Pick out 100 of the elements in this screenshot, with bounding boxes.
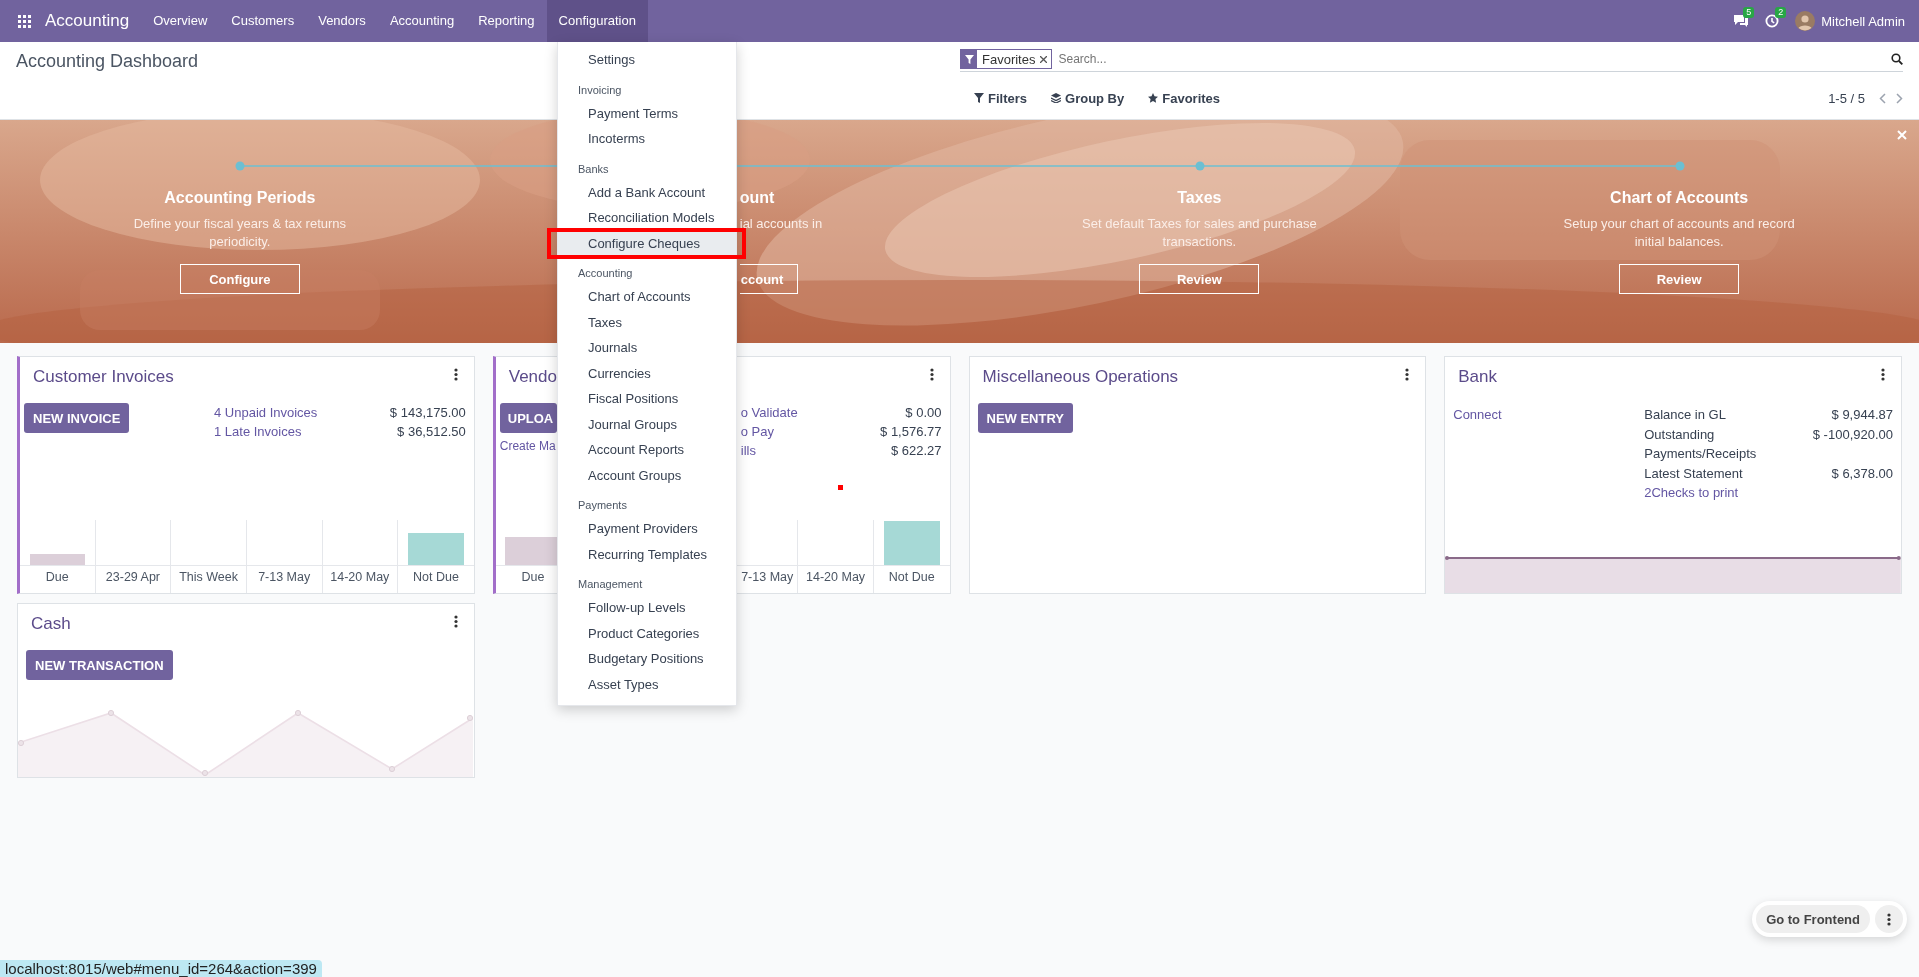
chart-point	[107, 709, 115, 717]
search-facet[interactable]: Favorites	[960, 49, 1053, 69]
menu-section-header: Payments	[577, 498, 628, 513]
stat-link[interactable]: 4 Unpaid Invoices	[214, 403, 390, 422]
pager-count: 1-5 / 5	[1828, 90, 1865, 106]
stat-link[interactable]: 1 Late Invoices	[214, 422, 390, 441]
step-title: Chart of Accounts	[1610, 188, 1749, 208]
primary-button[interactable]: UPLOA	[499, 403, 558, 433]
menu-item[interactable]: Follow-up Levels	[558, 595, 736, 621]
kebab-icon[interactable]	[453, 368, 458, 381]
kebab-icon[interactable]	[1881, 368, 1885, 381]
chart-bar	[407, 533, 464, 565]
menu-item[interactable]: Budgetary Positions	[558, 646, 736, 672]
chart-bar	[883, 521, 940, 565]
journal-title[interactable]: Customer Invoices	[33, 365, 174, 389]
menu-item[interactable]: Journals	[558, 335, 736, 361]
stat-link[interactable]: ills	[740, 441, 881, 460]
amount: $ 0.00	[904, 404, 942, 422]
balance-label: Latest Statement	[1644, 464, 1744, 483]
chart-axis-label: 7-13 May	[258, 570, 311, 584]
menu-section-header: Accounting	[577, 266, 634, 281]
amount: $ -100,920.00	[1811, 425, 1893, 444]
step-title: Accounting Periods	[164, 188, 316, 208]
menu-item[interactable]: Incoterms	[558, 126, 736, 152]
step-description: Setup your chart of accounts and record initial balances.	[1562, 215, 1796, 251]
page-title: Accounting Dashboard	[16, 51, 199, 71]
chart-axis-label: This Week	[179, 570, 238, 584]
journal-title[interactable]: Bank	[1458, 365, 1497, 389]
menu-item[interactable]: Configure Cheques	[558, 230, 736, 256]
nav-menu-item[interactable]: Reporting	[466, 0, 547, 42]
menu-item[interactable]: Journal Groups	[558, 411, 736, 437]
checks-link[interactable]: 2Checks to print	[1644, 483, 1893, 503]
menu-item[interactable]: Currencies	[558, 360, 736, 386]
primary-button[interactable]: NEW INVOICE	[24, 403, 130, 433]
user-name[interactable]: Mitchell Admin	[1821, 13, 1905, 29]
status-url: localhost:8015/web#menu_id=264&action=399	[0, 960, 322, 977]
toolbar-button[interactable]: Group By	[1047, 90, 1129, 106]
menu-item[interactable]: Chart of Accounts	[558, 284, 736, 310]
menu-item[interactable]: Reconciliation Models	[558, 205, 736, 231]
clock-icon[interactable]	[1765, 14, 1780, 28]
step-description: ial accounts in	[739, 215, 823, 233]
chart-axis-label: Not Due	[888, 570, 935, 584]
menu-item[interactable]: Payment Terms	[558, 100, 736, 126]
menu-item[interactable]: Recurring Templates	[558, 541, 736, 567]
user-avatar[interactable]	[1795, 11, 1816, 31]
kebab-icon[interactable]	[1405, 368, 1410, 381]
apps-grid-icon[interactable]	[18, 14, 31, 28]
search-icon[interactable]	[1891, 53, 1903, 65]
chart-axis-label: 23-29 Apr	[105, 570, 161, 584]
search-field[interactable]: Favorites Search...	[960, 47, 1903, 72]
stat-link[interactable]: o Pay	[740, 422, 881, 441]
amount: $ 6,378.00	[1830, 464, 1893, 483]
journal-title[interactable]: Vendo	[508, 365, 557, 389]
menu-item[interactable]: Settings	[558, 47, 736, 73]
toolbar-button[interactable]: Filters	[970, 90, 1031, 106]
primary-button[interactable]: NEW ENTRY	[977, 403, 1074, 433]
filter-icon	[974, 93, 984, 103]
chat-icon[interactable]	[1733, 14, 1750, 28]
menu-section-header: Banks	[577, 161, 610, 177]
chart-bar	[29, 554, 85, 565]
menu-item[interactable]: Taxes	[558, 309, 736, 335]
journal-link[interactable]: Connect	[1453, 405, 1645, 425]
amount: $ 622.27	[889, 442, 942, 460]
nav-menu-item[interactable]: Accounting	[377, 0, 467, 42]
amount: $ 1,576.77	[880, 423, 942, 441]
nav-menu-item[interactable]: Overview	[141, 0, 220, 42]
chart-point	[388, 765, 396, 773]
kebab-icon[interactable]	[453, 615, 458, 628]
menu-item[interactable]: Account Reports	[558, 437, 736, 463]
menu-section-header: Management	[577, 577, 644, 592]
amount: $ 9,944.87	[1830, 406, 1893, 424]
chart-axis-label: Not Due	[413, 570, 459, 584]
chart-axis-label: Due	[45, 570, 69, 584]
more-icon[interactable]	[1887, 912, 1891, 926]
chart-point	[18, 739, 25, 747]
filter-icon	[964, 54, 974, 64]
menu-item[interactable]: Account Groups	[558, 462, 736, 488]
primary-button[interactable]: NEW TRANSACTION	[26, 650, 173, 680]
balance-label: Outstanding Payments/Receipts	[1644, 425, 1758, 463]
toolbar-button[interactable]: Favorites	[1144, 90, 1225, 106]
journal-title[interactable]: Miscellaneous Operations	[982, 365, 1179, 389]
chart-axis-label: 14-20 May	[806, 570, 866, 584]
menu-item[interactable]: Fiscal Positions	[558, 386, 736, 412]
nav-menu-item[interactable]: Customers	[219, 0, 307, 42]
journal-link[interactable]: Create Ma	[499, 437, 556, 456]
kebab-icon[interactable]	[929, 368, 934, 381]
chart-point	[466, 714, 473, 722]
chart-axis-label: Due	[521, 570, 545, 584]
stat-link[interactable]: o Validate	[740, 403, 881, 422]
step-description: Set default Taxes for sales and purchase transactions.	[1081, 215, 1318, 251]
app-name[interactable]: Accounting	[31, 11, 142, 31]
nav-menu-item[interactable]: Vendors	[306, 0, 378, 42]
frontend-button[interactable]: Go to Frontend	[1756, 905, 1870, 933]
menu-item[interactable]: Product Categories	[558, 620, 736, 646]
menu-item[interactable]: Asset Types	[558, 671, 736, 697]
journal-title[interactable]: Cash	[31, 612, 71, 636]
menu-item[interactable]: Add a Bank Account	[558, 179, 736, 205]
step-title: Taxes	[1177, 188, 1222, 208]
nav-menu-item[interactable]: Configuration	[546, 0, 648, 42]
menu-item[interactable]: Payment Providers	[558, 516, 736, 542]
